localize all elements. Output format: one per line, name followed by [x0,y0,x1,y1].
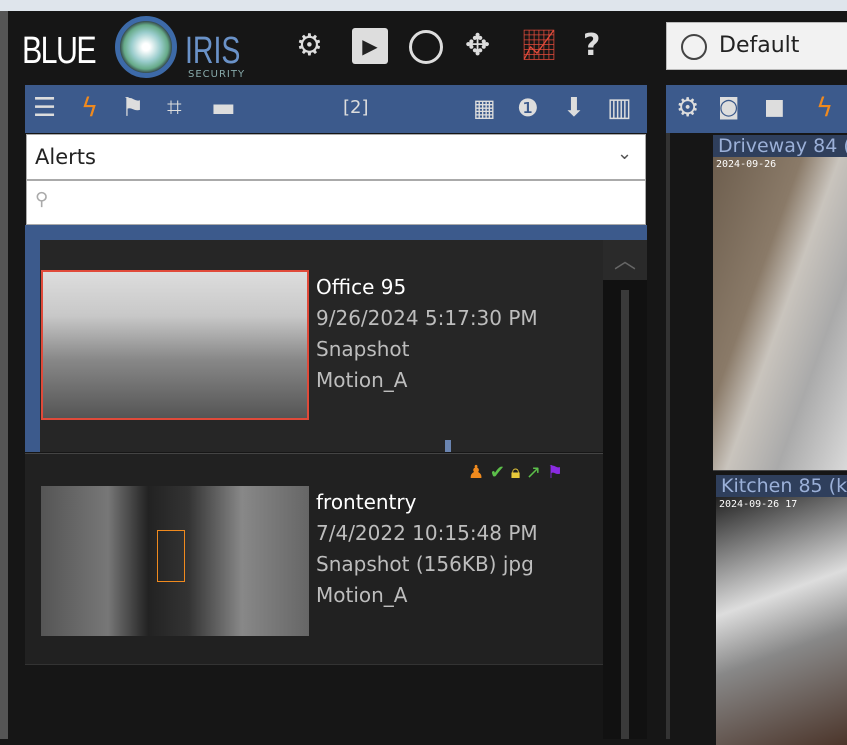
camera-timestamp: 2024-09-26 [716,159,777,170]
scroll-up-icon[interactable]: ︿ [603,240,647,280]
map-icon[interactable]: ▥ [607,91,632,125]
panel-divider [666,133,670,739]
marker [445,440,451,452]
profile-label: Default [719,33,800,58]
chevron-down-icon: ⌄ [617,143,633,164]
alert-thumbnail[interactable] [41,270,309,420]
check-icon: ✔ [489,462,505,483]
alert-trigger: Motion_A [316,583,408,607]
alert-type: Snapshot (156KB) jpg [316,552,534,576]
move-icon[interactable]: ✥ [465,26,490,66]
camera-tile[interactable]: Driveway 84 ( 2024-09-26 [713,135,847,471]
flag-icon[interactable]: ⚑ [121,91,144,125]
chart-up-icon[interactable]: 📈︎ [520,26,558,66]
logo-eye-icon [115,16,177,78]
lightning-icon[interactable]: ϟ [816,91,833,125]
clock-icon [681,34,707,60]
search-input[interactable]: ⚲ [26,180,646,225]
alert-datetime: 9/26/2024 5:17:30 PM [316,306,538,330]
help-icon[interactable]: ? [583,26,600,66]
alerts-panel-toolbar: ☰ ϟ ⚑ ⌗ ▬ [2] ▦ ❶ ⬇ ▥ [25,85,647,133]
camera-icon[interactable]: ◙ [718,91,739,125]
alert-list-item[interactable]: Office 95 9/26/2024 5:17:30 PM Snapshot … [25,240,603,452]
camera-title: Driveway 84 ( [713,135,847,157]
alert-list-item[interactable]: ♟ ✔ 🔒︎ ↗ ⚑ frontentry 7/4/2022 10:15:48 … [25,453,603,665]
cabinet-icon[interactable]: ☰ [33,91,56,125]
external-link-icon: ↗ [526,462,542,483]
calendar-icon[interactable]: ▦ [473,91,496,125]
alert-count: [2] [343,97,369,118]
gear-icon[interactable]: ⚙ [296,26,323,66]
crop-icon[interactable]: ⌗ [167,91,182,125]
person-icon: ♟ [468,462,485,483]
gear-icon[interactable]: ⚙ [676,91,699,125]
film-play-icon[interactable]: ▶ [352,28,388,64]
list-header-stripe [25,225,647,240]
blue-iris-logo: BLUE IRIS SECURITY [20,14,255,84]
profile-select[interactable]: Default [666,22,847,70]
selection-indicator [25,240,40,452]
alerts-scrollbar[interactable]: ︿ [603,240,647,739]
window-left-edge [0,11,8,739]
alert-type: Snapshot [316,337,410,361]
alert-thumbnail[interactable] [41,486,309,636]
search-icon: ⚲ [35,189,49,210]
flag-icon: ⚑ [546,462,563,483]
alerts-filter-dropdown[interactable]: Alerts ⌄ [26,134,646,180]
logo-text: BLUE [22,30,97,72]
detection-box [157,530,185,582]
filter-value: Alerts [35,145,96,169]
alert-camera: Office 95 [316,275,407,299]
lightning-icon[interactable]: ϟ [81,91,98,125]
lock-icon: 🔒︎ [510,462,521,483]
alert-datetime: 7/4/2022 10:15:48 PM [316,521,538,545]
scroll-thumb[interactable] [621,290,629,739]
clock-icon[interactable] [409,30,443,64]
alert-trigger: Motion_A [316,368,408,392]
logo-text-iris: IRIS [185,30,241,72]
arrow-down-icon[interactable]: ⬇ [563,91,585,125]
video-icon[interactable]: ■ [764,91,785,125]
cameras-panel-toolbar: ⚙ ◙ ■ ϟ [666,85,847,133]
camera-title: Kitchen 85 (k [716,475,847,497]
logo-subtitle: SECURITY [188,69,246,80]
folder-icon[interactable]: ▬ [211,91,236,125]
camera-tile[interactable]: Kitchen 85 (k 2024-09-26 17 [716,475,847,745]
window-top-strip [0,0,847,11]
single-camera-icon[interactable]: ❶ [517,91,539,125]
camera-timestamp: 2024-09-26 17 [719,499,798,510]
alert-camera: frontentry [316,490,417,514]
